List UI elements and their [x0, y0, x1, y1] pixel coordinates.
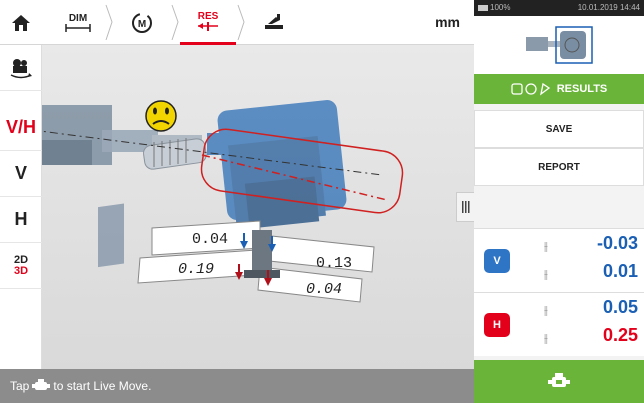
toolbar-chevron-2 [171, 4, 179, 41]
measure-icon: M [132, 12, 152, 33]
results-header[interactable]: RESULTS [474, 74, 644, 104]
angularity-icon: ⫲ [544, 267, 548, 281]
machine-train-thumbnail[interactable] [474, 16, 644, 74]
panel-drag-handle[interactable] [456, 192, 474, 222]
grip-icon [461, 201, 469, 213]
angularity-icon: ⫲ [544, 331, 548, 345]
home-button[interactable] [0, 0, 42, 45]
save-button[interactable]: SAVE [474, 110, 644, 148]
measure-button[interactable]: M [114, 0, 170, 45]
hint-prefix: Tap [10, 379, 30, 393]
status-datetime: 10.01.2019 14:44 [577, 3, 640, 12]
save-label: SAVE [545, 123, 573, 135]
machine-train-drawing [42, 100, 404, 303]
horizontal-offset-value: 0.05 [602, 297, 638, 317]
hint-suffix: to start Live Move. [53, 379, 152, 393]
sad-face-icon [145, 100, 177, 132]
view-2d-label: 2D [13, 253, 29, 266]
vertical-tag-icon: V [484, 249, 510, 273]
view-vh-label: V/H [5, 117, 36, 137]
view-h-label: H [14, 209, 28, 229]
view-3d-label: 3D [13, 264, 29, 277]
move-button[interactable] [246, 0, 302, 45]
alignment-app: DIM M RES mm V/H V H 2D 3D 0.04 0.13 0.1… [0, 0, 644, 403]
horizontal-tag-icon: H [484, 313, 510, 337]
dim-label: DIM [68, 12, 88, 24]
home-icon [12, 14, 30, 31]
right-machine-motor [207, 100, 347, 229]
live-move-icon [548, 372, 570, 387]
battery-level: 100% [490, 3, 511, 12]
view-2d3d-toggle[interactable]: 2D 3D [0, 243, 42, 289]
report-button[interactable]: REPORT [474, 148, 644, 186]
results-header-label: RESULTS [556, 83, 608, 95]
coupling-value-bottom-right: 0.04 [306, 281, 343, 298]
left-tool-column: V/H V H 2D 3D [0, 45, 42, 369]
toolbar-chevron-1 [105, 4, 113, 41]
live-move-inline-icon [32, 379, 51, 390]
battery-icon [478, 4, 488, 11]
coupling-value-bottom-left: 0.19 [178, 261, 215, 278]
coupling-value-top-left: 0.04 [192, 231, 229, 248]
units-label[interactable]: mm [435, 14, 460, 30]
camera-rotate-icon [10, 58, 32, 78]
toolbar-chevron-3 [237, 4, 245, 41]
android-status-bar: 100% 10.01.2019 14:44 [474, 0, 644, 16]
svg-text:M: M [138, 19, 146, 30]
results-icon [198, 22, 218, 31]
machine-thumbnail-icon [526, 26, 593, 64]
machine-move-icon [265, 13, 283, 29]
horizontal-angularity-value: 0.25 [602, 325, 638, 345]
vertical-tag-label: V [493, 255, 501, 267]
coupling-value-top-right: 0.13 [316, 255, 353, 272]
left-machine [42, 105, 158, 268]
horizontal-results-block: H ⫲ ⫲ 0.05 0.25 [474, 292, 644, 356]
res-label: RES [197, 11, 219, 22]
live-move-button[interactable] [474, 360, 644, 403]
hint-status-bar: Tap to start Live Move. [0, 369, 474, 403]
view-v-label: V [14, 163, 27, 183]
view-h-button[interactable]: H [0, 197, 42, 243]
view-vh-button[interactable]: V/H [0, 105, 42, 151]
machine-3d-view[interactable]: 0.04 0.13 0.19 0.04 [42, 45, 474, 369]
offset-icon: ⫲ [544, 239, 548, 253]
report-label: REPORT [538, 161, 580, 173]
results-tools-icon [511, 82, 550, 96]
view-v-button[interactable]: V [0, 151, 42, 197]
dimensions-button[interactable]: DIM [50, 0, 106, 45]
vertical-results-block: V ⫲ ⫲ -0.03 0.01 [474, 228, 644, 292]
dimensions-icon [65, 23, 91, 32]
camera-rotate-button[interactable] [0, 45, 42, 91]
horizontal-tag-label: H [493, 319, 501, 331]
vertical-offset-value: -0.03 [596, 233, 638, 253]
top-toolbar: DIM M RES mm [0, 0, 474, 45]
results-tab-button[interactable]: RES [180, 0, 236, 45]
offset-icon: ⫲ [544, 303, 548, 317]
vertical-angularity-value: 0.01 [602, 261, 638, 281]
right-results-panel: 100% 10.01.2019 14:44 RESULTS SAVE REPOR… [474, 0, 644, 403]
